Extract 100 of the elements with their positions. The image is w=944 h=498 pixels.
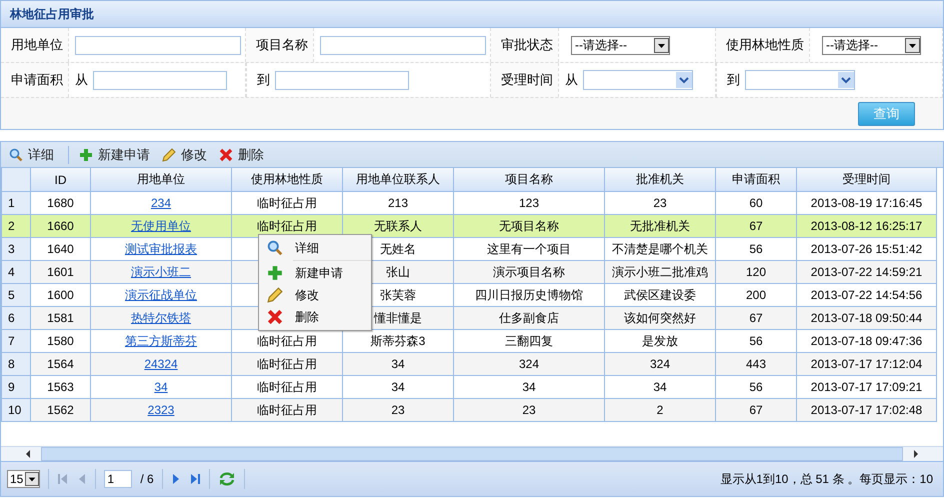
dropdown[interactable]: --请选择-- — [571, 36, 670, 54]
table-cell: 34 — [391, 357, 405, 371]
range-from-label: 从 — [565, 71, 578, 89]
search-icon — [267, 240, 283, 256]
date-dropdown[interactable] — [745, 70, 855, 90]
table-cell: 斯蒂芬森3 — [370, 334, 426, 348]
date-dropdown[interactable] — [583, 70, 693, 90]
table-cell: 2013-07-22 14:54:56 — [810, 288, 922, 302]
previous-page-icon[interactable] — [77, 472, 88, 486]
toolbar-button[interactable]: 新建申请 — [79, 146, 158, 164]
table-cell: 无项目名称 — [499, 218, 559, 232]
delete-icon — [267, 309, 283, 325]
table-cell: 临时征占用 — [257, 196, 317, 210]
column-header[interactable]: 批准机关 — [604, 168, 716, 192]
table-cell: 演示项目名称 — [493, 264, 565, 278]
table-cell: 443 — [746, 357, 766, 371]
dropdown[interactable]: --请选择-- — [822, 36, 921, 54]
table-cell: 四川日报历史博物馆 — [475, 288, 583, 302]
table-cell: 2013-07-17 17:02:48 — [810, 403, 922, 417]
column-header[interactable]: 用地单位 — [90, 168, 232, 192]
input-field[interactable] — [275, 70, 409, 90]
row-number: 8 — [2, 352, 30, 376]
plus-icon — [79, 148, 93, 162]
column-header[interactable]: 用地单位联系人 — [342, 168, 454, 192]
menu-item[interactable]: 修改 — [259, 284, 371, 306]
table-cell: 200 — [746, 288, 766, 302]
row-number: 2 — [2, 214, 30, 238]
table-cell: 1564 — [47, 357, 74, 371]
table-cell: 67 — [749, 311, 763, 325]
toolbar-button[interactable]: 修改 — [162, 146, 215, 164]
column-header[interactable]: 受理时间 — [796, 168, 936, 192]
table-cell: 三翻四复 — [505, 334, 553, 348]
table-cell: 2013-07-17 17:12:04 — [810, 357, 922, 371]
last-page-icon[interactable] — [188, 472, 201, 486]
row-number: 3 — [2, 238, 30, 260]
table-cell: 无批准机关 — [630, 218, 690, 232]
toolbar-button[interactable]: 删除 — [219, 146, 272, 164]
table-cell: 34 — [522, 380, 536, 394]
column-header[interactable]: 申请面积 — [716, 168, 796, 192]
input-field[interactable] — [75, 36, 241, 54]
toolbar-button[interactable]: 详细 — [9, 146, 62, 164]
input-field[interactable] — [320, 36, 486, 54]
table-cell: 2013-07-18 09:50:44 — [810, 311, 922, 325]
menu-item[interactable]: 删除 — [259, 306, 371, 328]
table-link[interactable]: 24324 — [144, 357, 178, 371]
horizontal-scrollbar[interactable] — [1, 446, 943, 461]
page-number-field[interactable]: 1 — [104, 470, 132, 488]
pagination-info: 显示从1到10，总 51 条 。每页显示：10 — [720, 470, 934, 488]
table-cell: 1640 — [47, 242, 74, 256]
table-cell: 懂非懂是 — [374, 310, 422, 324]
table-link[interactable]: 2323 — [148, 403, 174, 417]
table-cell: 1581 — [47, 311, 74, 325]
table-cell: 武侯区建设委 — [624, 288, 696, 302]
page-size-dropdown[interactable]: 15 — [7, 470, 40, 488]
row-number: 10 — [2, 398, 30, 422]
table-cell: 1562 — [47, 403, 74, 417]
table-cell: 23 — [653, 196, 667, 210]
menu-item[interactable]: 新建申请 — [259, 262, 371, 284]
input-field[interactable] — [93, 70, 227, 90]
total-pages: / 6 — [140, 472, 154, 486]
table-cell: 临时征占用 — [257, 402, 317, 416]
table-cell: 23 — [391, 403, 405, 417]
column-header[interactable]: 项目名称 — [454, 168, 604, 192]
table-cell: 无联系人 — [374, 218, 422, 232]
table-cell: 这里有一个项目 — [487, 242, 571, 256]
table-cell: 324 — [518, 357, 540, 371]
search-icon — [9, 148, 23, 162]
table-cell: 123 — [518, 196, 540, 210]
column-header[interactable]: ID — [30, 168, 90, 192]
row-number: 5 — [2, 284, 30, 306]
table-cell: 2 — [656, 403, 664, 417]
table-cell: 34 — [391, 380, 405, 394]
table-cell: 演示小班二批准鸡 — [612, 264, 708, 278]
table-cell: 1563 — [47, 380, 74, 394]
table-link[interactable]: 234 — [150, 196, 172, 210]
table-cell: 23 — [522, 403, 536, 417]
table-link[interactable]: 34 — [154, 380, 168, 394]
row-number: 6 — [2, 306, 30, 330]
column-header[interactable]: 使用林地性质 — [232, 168, 342, 192]
table-cell: 不清楚是哪个机关 — [612, 242, 708, 256]
table-cell: 临时征占用 — [257, 356, 317, 370]
table-cell: 324 — [650, 357, 670, 371]
table-cell: 1680 — [47, 196, 74, 210]
menu-item[interactable]: 详细 — [259, 237, 371, 259]
row-number: 7 — [2, 330, 30, 352]
table-cell: 67 — [749, 403, 763, 417]
refresh-icon[interactable] — [218, 471, 236, 487]
table-cell: 67 — [749, 219, 763, 233]
plus-icon — [267, 265, 283, 281]
table-cell: 临时征占用 — [257, 218, 317, 232]
table-cell: 2013-07-22 14:59:21 — [810, 265, 922, 279]
first-page-icon[interactable] — [57, 472, 70, 486]
table-cell: 1580 — [47, 334, 74, 348]
pencil-icon — [267, 287, 283, 303]
delete-icon — [219, 148, 233, 162]
range-from-label: 从 — [75, 71, 88, 89]
table-cell: 213 — [388, 196, 408, 210]
table-cell: 2013-08-19 17:16:45 — [810, 196, 922, 210]
next-page-icon[interactable] — [170, 472, 181, 486]
table-cell: 张山 — [386, 264, 410, 278]
